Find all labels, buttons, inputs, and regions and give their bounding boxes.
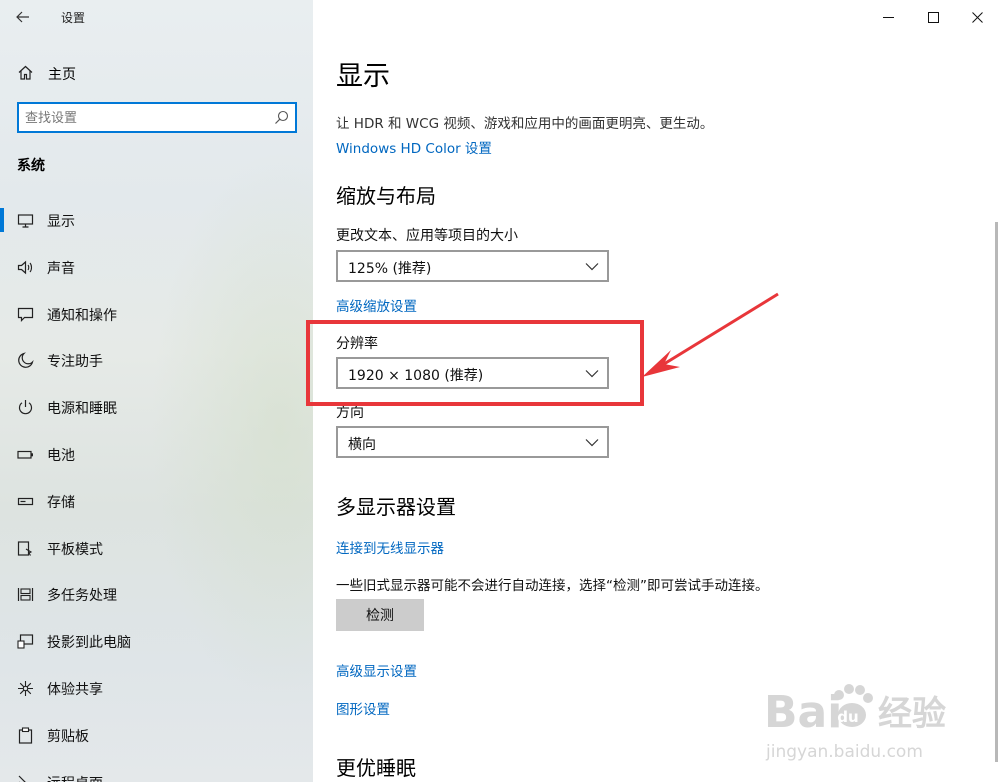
section-label-system: 系统 bbox=[17, 158, 45, 174]
sidebar-item-multitasking[interactable]: 多任务处理 bbox=[0, 574, 313, 614]
watermark-brand: Bai bbox=[764, 687, 842, 738]
scale-label: 更改文本、应用等项目的大小 bbox=[336, 228, 518, 244]
search-box[interactable] bbox=[17, 102, 297, 133]
annotation-arrow-icon bbox=[642, 292, 779, 377]
sidebar-item-clipboard[interactable]: 剪贴板 bbox=[0, 715, 313, 755]
sidebar-item-label: 投影到此电脑 bbox=[47, 635, 131, 651]
remote-icon bbox=[18, 775, 26, 782]
orientation-value: 横向 bbox=[348, 437, 376, 453]
scale-layout-heading: 缩放与布局 bbox=[336, 184, 436, 208]
search-icon[interactable] bbox=[274, 110, 289, 125]
maximize-button[interactable] bbox=[918, 6, 948, 28]
back-arrow-icon bbox=[16, 11, 29, 23]
app-title: 设置 bbox=[61, 11, 86, 25]
sleep-heading: 更优睡眠 bbox=[336, 756, 416, 780]
wireless-display-link[interactable]: 连接到无线显示器 bbox=[336, 537, 444, 557]
storage-icon bbox=[17, 497, 34, 506]
sidebar-item-power[interactable]: 电源和睡眠 bbox=[0, 387, 313, 427]
sidebar-item-battery[interactable]: 电池 bbox=[0, 434, 313, 474]
sidebar-item-display[interactable]: 显示 bbox=[0, 200, 313, 240]
sidebar-item-shared-experiences[interactable]: 体验共享 bbox=[0, 668, 313, 708]
advanced-display-link[interactable]: 高级显示设置 bbox=[336, 660, 417, 680]
sidebar-item-label: 多任务处理 bbox=[47, 588, 117, 604]
orientation-dropdown[interactable]: 横向 bbox=[336, 426, 609, 458]
sidebar-item-label: 声音 bbox=[47, 261, 75, 277]
search-input[interactable] bbox=[25, 108, 265, 128]
sidebar-item-storage[interactable]: 存储 bbox=[0, 481, 313, 521]
sidebar-item-label: 电池 bbox=[47, 448, 75, 464]
sidebar-item-remote-desktop[interactable]: 远程桌面 bbox=[0, 762, 313, 782]
maximize-icon bbox=[927, 11, 939, 23]
active-indicator bbox=[0, 208, 4, 232]
resolution-highlight-box bbox=[306, 320, 644, 406]
scale-value: 125% (推荐) bbox=[348, 261, 432, 277]
sidebar-item-label: 电源和睡眠 bbox=[47, 401, 117, 417]
battery-icon bbox=[17, 450, 33, 459]
sidebar-item-focus-assist[interactable]: 专注助手 bbox=[0, 340, 313, 380]
baidu-jingyan-watermark: Bai du 经验 jingyan.baidu.com bbox=[764, 684, 946, 762]
share-icon bbox=[18, 681, 33, 696]
svg-text:du: du bbox=[837, 708, 858, 726]
detect-description: 一些旧式显示器可能不会进行自动连接，选择“检测”即可尝试手动连接。 bbox=[336, 578, 769, 594]
multi-display-heading: 多显示器设置 bbox=[336, 495, 456, 519]
multitask-icon bbox=[17, 588, 34, 601]
hdr-description: 让 HDR 和 WCG 视频、游戏和应用中的画面更明亮、更生动。 bbox=[336, 116, 714, 132]
home-icon bbox=[18, 65, 33, 80]
sidebar-item-notifications[interactable]: 通知和操作 bbox=[0, 294, 313, 334]
speaker-icon bbox=[17, 260, 33, 275]
title-bar: 设置 bbox=[0, 0, 313, 34]
page-title: 显示 bbox=[336, 61, 390, 92]
chevron-down-icon bbox=[585, 263, 599, 271]
scale-dropdown[interactable]: 125% (推荐) bbox=[336, 250, 609, 282]
sidebar-item-label: 专注助手 bbox=[47, 354, 103, 370]
watermark-brand-cn: 经验 bbox=[878, 694, 946, 734]
project-icon bbox=[17, 634, 34, 649]
sidebar-item-label: 体验共享 bbox=[47, 682, 103, 698]
sidebar-item-label: 剪贴板 bbox=[47, 729, 89, 745]
sidebar-item-tablet-mode[interactable]: 平板模式 bbox=[0, 528, 313, 568]
sidebar-item-label: 显示 bbox=[47, 214, 75, 230]
sidebar-item-home[interactable]: 主页 bbox=[0, 56, 313, 90]
monitor-icon bbox=[17, 214, 34, 228]
minimize-button[interactable] bbox=[873, 6, 903, 28]
clipboard-icon bbox=[18, 727, 33, 744]
sidebar-item-label: 存储 bbox=[47, 495, 75, 511]
sidebar-item-label: 平板模式 bbox=[47, 542, 103, 558]
sidebar-item-label: 通知和操作 bbox=[47, 308, 117, 324]
close-icon bbox=[971, 11, 983, 23]
sidebar-item-project[interactable]: 投影到此电脑 bbox=[0, 621, 313, 661]
chevron-down-icon bbox=[585, 439, 599, 447]
advanced-scaling-link[interactable]: 高级缩放设置 bbox=[336, 295, 417, 315]
sidebar-item-label: 远程桌面 bbox=[47, 773, 103, 782]
sidebar: 设置 主页 系统 显示 声音 通知和操作 bbox=[0, 0, 313, 782]
graphics-settings-link[interactable]: 图形设置 bbox=[336, 698, 390, 718]
sidebar-item-sound[interactable]: 声音 bbox=[0, 247, 313, 287]
power-icon bbox=[18, 400, 33, 415]
hdr-color-settings-link[interactable]: Windows HD Color 设置 bbox=[336, 137, 492, 157]
moon-icon bbox=[18, 352, 34, 368]
home-label: 主页 bbox=[48, 67, 76, 83]
back-button[interactable] bbox=[8, 4, 38, 30]
message-icon bbox=[17, 307, 34, 322]
minimize-icon bbox=[882, 16, 894, 18]
tablet-icon bbox=[17, 541, 33, 556]
close-button[interactable] bbox=[962, 6, 992, 28]
watermark-url: jingyan.baidu.com bbox=[765, 742, 923, 762]
detect-button[interactable]: 检测 bbox=[336, 599, 424, 631]
